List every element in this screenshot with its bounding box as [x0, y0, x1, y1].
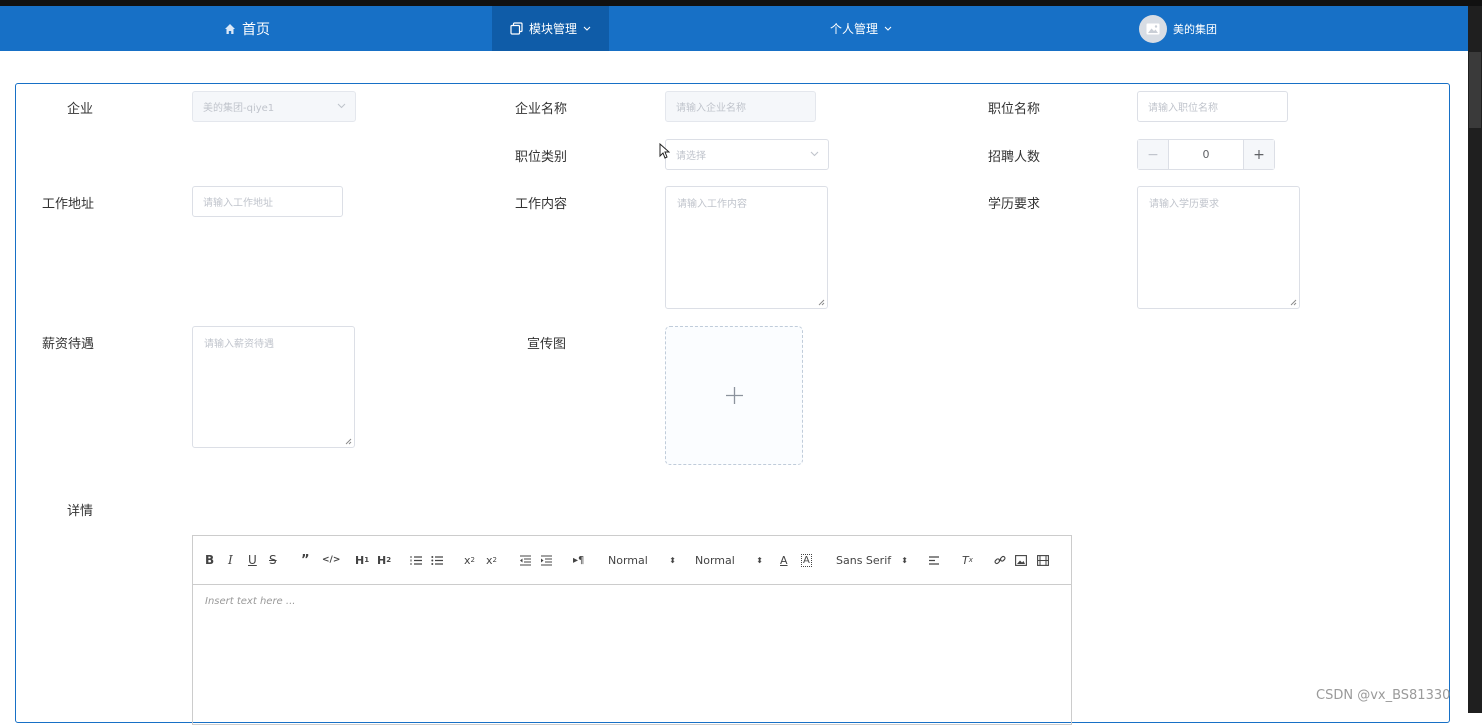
nav-module-management[interactable]: 模块管理	[492, 6, 609, 51]
position-type-label: 职位类别	[515, 150, 568, 165]
nav-user-profile[interactable]: 美的集团	[1139, 6, 1217, 51]
increment-button[interactable]: +	[1243, 140, 1274, 169]
blockquote-icon[interactable]: ”	[301, 552, 310, 568]
promo-image-label: 宣传图	[527, 337, 567, 352]
work-address-input[interactable]: 请输入工作地址	[192, 186, 343, 217]
underline-icon[interactable]: U	[248, 552, 257, 568]
select-arrows-icon: ⬍	[901, 555, 908, 565]
clear-format-icon[interactable]: Tx	[962, 552, 973, 568]
nav-home-label: 首页	[242, 21, 270, 38]
image-upload-box[interactable]	[665, 326, 803, 465]
select-arrows-icon: ⬍	[669, 555, 676, 565]
module-icon	[510, 22, 523, 35]
company-name-label: 企业名称	[515, 102, 568, 117]
salary-placeholder: 请输入薪资待遇	[204, 339, 274, 350]
home-icon	[225, 23, 235, 34]
nav-personal-management[interactable]: 个人管理	[830, 6, 892, 51]
watermark: CSDN @vx_BS81330	[1316, 688, 1451, 703]
company-name: 美的集团	[1173, 22, 1217, 36]
header-2-icon[interactable]: H2	[377, 552, 391, 568]
education-textarea[interactable]: 请输入学历要求	[1137, 186, 1300, 309]
work-content-placeholder: 请输入工作内容	[677, 199, 747, 210]
image-icon[interactable]	[1015, 552, 1027, 568]
chevron-down-icon	[810, 151, 819, 157]
position-name-label: 职位名称	[988, 102, 1041, 117]
decrement-button[interactable]: −	[1138, 140, 1169, 169]
detail-label: 详情	[67, 504, 94, 519]
chevron-down-icon	[583, 26, 591, 31]
resize-grip-icon[interactable]	[1290, 299, 1297, 306]
work-content-textarea[interactable]: 请输入工作内容	[665, 186, 828, 309]
headcount-stepper[interactable]: − 0 +	[1137, 139, 1275, 170]
salary-textarea[interactable]: 请输入薪资待遇	[192, 326, 355, 448]
chevron-down-icon	[337, 103, 346, 109]
editor-content[interactable]: Insert text here ...	[193, 585, 1071, 618]
font-select[interactable]: Sans Serif ⬍	[836, 552, 908, 568]
company-select-value: 美的集团-qiye1	[203, 103, 275, 114]
bold-icon[interactable]: B	[205, 552, 214, 568]
background-color-icon[interactable]: A	[801, 552, 812, 568]
strikethrough-icon[interactable]: S	[269, 552, 277, 568]
image-placeholder-icon	[1146, 23, 1160, 34]
select-arrows-icon: ⬍	[756, 555, 763, 565]
header-1-icon[interactable]: H1	[355, 552, 369, 568]
bullet-list-icon[interactable]	[431, 552, 444, 568]
education-label: 学历要求	[988, 197, 1041, 212]
video-icon[interactable]	[1037, 552, 1049, 568]
work-address-label: 工作地址	[42, 197, 95, 212]
education-placeholder: 请输入学历要求	[1149, 199, 1219, 210]
editor-placeholder: Insert text here ...	[205, 596, 296, 607]
align-icon[interactable]	[928, 552, 940, 568]
position-type-placeholder: 请选择	[676, 151, 706, 162]
company-label: 企业	[67, 102, 94, 117]
header-select[interactable]: Normal ⬍	[608, 552, 676, 568]
headcount-value[interactable]: 0	[1169, 140, 1243, 169]
font-select-value: Sans Serif	[836, 553, 892, 567]
indent-icon[interactable]	[540, 552, 553, 568]
work-address-placeholder: 请输入工作地址	[203, 198, 273, 209]
scrollbar-thumb[interactable]	[1469, 52, 1481, 128]
avatar	[1139, 14, 1167, 43]
resize-grip-icon[interactable]	[818, 299, 825, 306]
position-name-placeholder: 请输入职位名称	[1148, 103, 1218, 114]
company-select[interactable]: 美的集团-qiye1	[192, 91, 356, 122]
italic-icon[interactable]: I	[228, 552, 233, 568]
subscript-icon[interactable]: x2	[464, 552, 475, 568]
headcount-label: 招聘人数	[988, 150, 1041, 165]
font-color-icon[interactable]: A	[780, 552, 788, 568]
mouse-cursor-icon	[659, 143, 670, 159]
link-icon[interactable]	[994, 552, 1006, 568]
company-name-placeholder: 请输入企业名称	[676, 103, 746, 114]
chevron-down-icon	[884, 26, 892, 31]
work-content-label: 工作内容	[515, 197, 568, 212]
nav-personal-label: 个人管理	[830, 22, 879, 36]
editor-toolbar: B I U S ” </> H1 H2 x2 x2 ▸¶ Normal ⬍ No…	[193, 536, 1071, 585]
ordered-list-icon[interactable]	[410, 552, 423, 568]
size-select[interactable]: Normal ⬍	[695, 552, 763, 568]
nav-module-label: 模块管理	[529, 22, 578, 36]
nav-home[interactable]: 首页	[224, 6, 270, 51]
size-select-value: Normal	[695, 553, 735, 567]
position-type-select[interactable]: 请选择	[665, 139, 829, 170]
superscript-icon[interactable]: x2	[486, 552, 497, 568]
top-navbar: 首页 模块管理 个人管理 美的集团	[0, 6, 1468, 51]
position-name-input[interactable]: 请输入职位名称	[1137, 91, 1288, 122]
plus-icon	[725, 387, 743, 404]
text-direction-icon[interactable]: ▸¶	[573, 552, 584, 568]
code-block-icon[interactable]: </>	[322, 552, 340, 568]
company-name-input[interactable]: 请输入企业名称	[665, 91, 816, 122]
salary-label: 薪资待遇	[42, 337, 95, 352]
rich-text-editor: B I U S ” </> H1 H2 x2 x2 ▸¶ Normal ⬍ No…	[192, 535, 1072, 725]
header-select-value: Normal	[608, 553, 648, 567]
outdent-icon[interactable]	[519, 552, 532, 568]
resize-grip-icon[interactable]	[345, 438, 352, 445]
